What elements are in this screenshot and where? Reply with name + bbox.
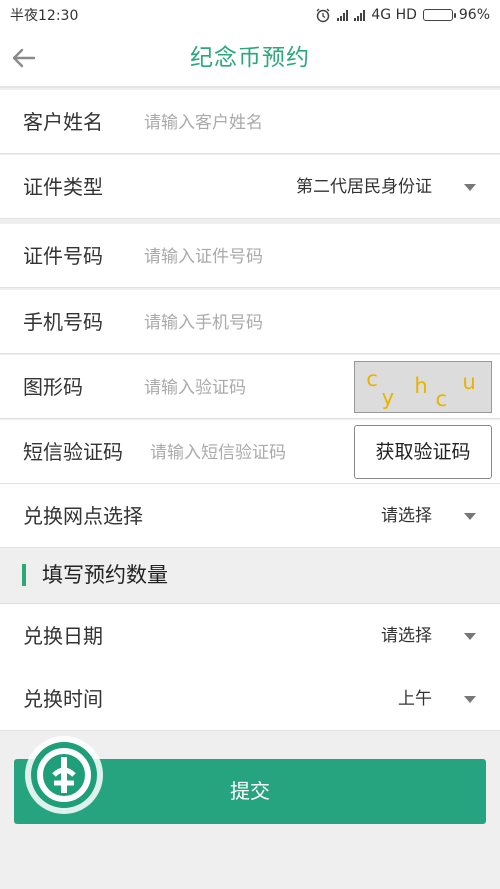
chevron-down-icon[interactable]: [464, 633, 476, 640]
signal-icon: [354, 9, 366, 21]
section-header: 填写预约数量: [0, 548, 500, 604]
phone-label: 手机号码: [23, 310, 103, 334]
branch-label: 兑换网点选择: [23, 504, 143, 528]
svg-text:h: h: [414, 373, 427, 398]
exchange-date-select[interactable]: 请选择: [381, 604, 432, 668]
customer-name-input[interactable]: [142, 102, 346, 144]
section-title: 填写预约数量: [42, 563, 168, 587]
branch-select[interactable]: 请选择: [381, 484, 432, 548]
row-branch[interactable]: 兑换网点选择 请选择: [0, 484, 500, 548]
svg-text:c: c: [436, 386, 448, 411]
svg-text:u: u: [462, 369, 475, 394]
network-type: 4G HD: [371, 7, 417, 23]
row-exchange-time[interactable]: 兑换时间 上午: [0, 667, 500, 731]
battery-icon: [422, 9, 456, 21]
battery-percent: 96%: [458, 7, 490, 23]
captcha-label: 图形码: [23, 375, 83, 399]
section-accent-bar: [22, 564, 26, 586]
phone-input[interactable]: [142, 302, 346, 344]
row-id-number: 证件号码: [0, 224, 500, 288]
status-bar: 半夜12:30 4G HD 96%: [0, 0, 500, 30]
row-exchange-date[interactable]: 兑换日期 请选择: [0, 604, 500, 668]
chevron-down-icon[interactable]: [464, 184, 476, 191]
exchange-time-label: 兑换时间: [23, 687, 103, 711]
id-number-label: 证件号码: [23, 244, 103, 268]
svg-text:c: c: [366, 366, 378, 391]
sms-code-label: 短信验证码: [23, 440, 123, 464]
id-type-label: 证件类型: [23, 175, 103, 199]
status-icons: 4G HD 96%: [315, 7, 490, 23]
status-time: 半夜12:30: [10, 8, 79, 24]
header: 纪念币预约: [0, 30, 500, 88]
row-customer-name: 客户姓名: [0, 90, 500, 154]
id-number-input[interactable]: [142, 236, 346, 278]
row-sms-code: 短信验证码 获取验证码: [0, 420, 500, 484]
row-phone: 手机号码: [0, 290, 500, 354]
alarm-icon: [316, 8, 330, 23]
captcha-graphic: c y h c u: [366, 366, 476, 411]
get-sms-code-button[interactable]: 获取验证码: [354, 425, 492, 479]
chevron-down-icon[interactable]: [464, 513, 476, 520]
row-captcha: 图形码 c y h c u: [0, 355, 500, 419]
sms-code-input[interactable]: [148, 432, 352, 474]
exchange-date-label: 兑换日期: [23, 624, 103, 648]
row-id-type[interactable]: 证件类型 第二代居民身份证: [0, 155, 500, 219]
captcha-input[interactable]: [142, 367, 346, 409]
captcha-image[interactable]: c y h c u: [354, 361, 492, 413]
customer-name-label: 客户姓名: [23, 110, 103, 134]
signal-icon: [337, 9, 349, 21]
svg-text:y: y: [382, 384, 395, 409]
id-type-select[interactable]: 第二代居民身份证: [296, 155, 432, 219]
bank-logo-icon: [25, 736, 103, 814]
page-title: 纪念币预约: [190, 45, 310, 71]
exchange-time-select[interactable]: 上午: [398, 667, 432, 731]
chevron-down-icon[interactable]: [464, 696, 476, 703]
